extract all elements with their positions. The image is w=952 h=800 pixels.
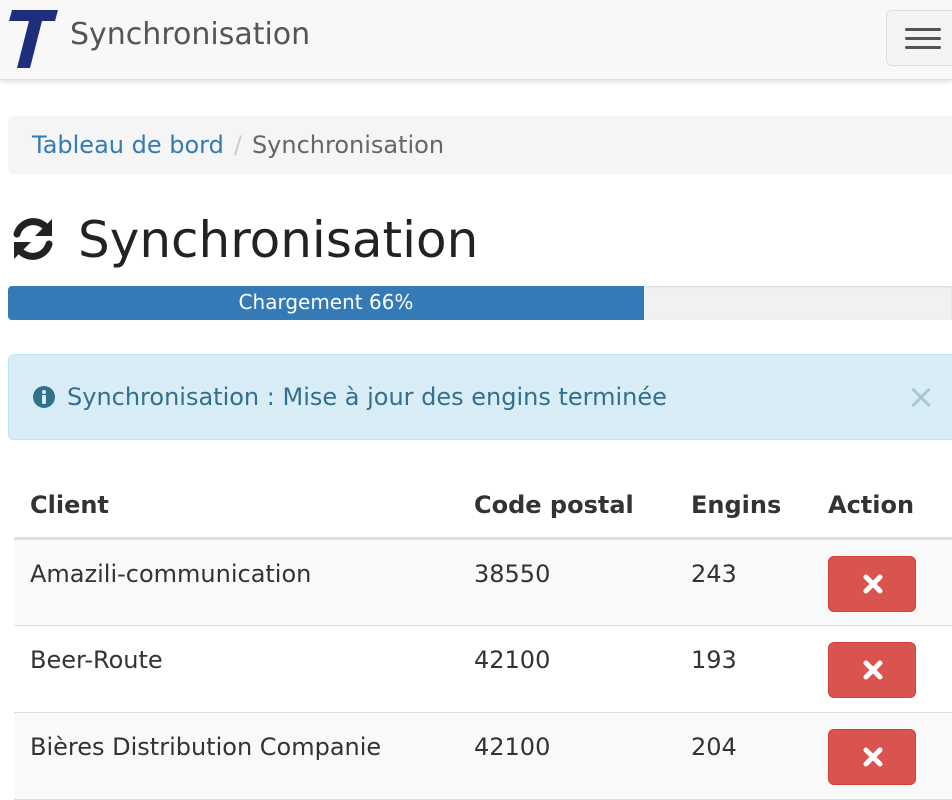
- column-header-code-postal[interactable]: Code postal: [458, 474, 675, 540]
- column-header-action: Action: [812, 474, 952, 540]
- breadcrumb-current: Synchronisation: [251, 131, 445, 159]
- table-row: Bières Distribution Companie 42100 204: [14, 712, 952, 800]
- table-row: Beer-Route 42100 193: [14, 625, 952, 713]
- cell-action: [812, 712, 952, 800]
- cell-code-postal: 38550: [458, 538, 675, 626]
- cell-action: [812, 625, 952, 713]
- app-title: Synchronisation: [70, 17, 311, 52]
- cell-action: [812, 538, 952, 626]
- table-row: Amazili-communication 38550 243: [14, 538, 952, 626]
- clients-table: Client Code postal Engins Action Amazili…: [14, 474, 952, 800]
- times-icon: [863, 574, 883, 593]
- table-header-row: Client Code postal Engins Action: [14, 474, 952, 540]
- info-circle-icon: [33, 386, 55, 408]
- cell-engins: 243: [675, 538, 812, 626]
- cell-engins: 193: [675, 625, 812, 713]
- column-header-engins[interactable]: Engins: [675, 474, 812, 540]
- column-header-client[interactable]: Client: [14, 474, 458, 540]
- breadcrumb-separator: /: [233, 131, 242, 159]
- cell-client: Bières Distribution Companie: [14, 712, 458, 800]
- progress-bar: Chargement 66%: [8, 286, 644, 320]
- times-icon: [863, 747, 883, 766]
- delete-button[interactable]: [828, 641, 916, 698]
- times-icon: [863, 660, 883, 679]
- delete-button[interactable]: [828, 728, 916, 785]
- refresh-icon: [13, 218, 53, 260]
- breadcrumb-home-link[interactable]: Tableau de bord: [32, 131, 224, 159]
- info-alert: Synchronisation : Mise à jour des engins…: [8, 354, 952, 440]
- cell-code-postal: 42100: [458, 625, 675, 713]
- alert-message: Synchronisation : Mise à jour des engins…: [67, 383, 667, 411]
- menu-toggle-button[interactable]: [886, 10, 952, 66]
- close-icon[interactable]: ×: [905, 377, 937, 417]
- cell-engins: 204: [675, 712, 812, 800]
- cell-code-postal: 42100: [458, 712, 675, 800]
- navbar: Synchronisation: [0, 0, 952, 80]
- logo[interactable]: [8, 6, 60, 70]
- breadcrumb: Tableau de bord / Synchronisation: [8, 116, 952, 174]
- delete-button[interactable]: [828, 555, 916, 612]
- page-title: Synchronisation: [78, 211, 479, 269]
- progress: Chargement 66%: [8, 286, 952, 320]
- cell-client: Amazili-communication: [14, 538, 458, 626]
- cell-client: Beer-Route: [14, 625, 458, 713]
